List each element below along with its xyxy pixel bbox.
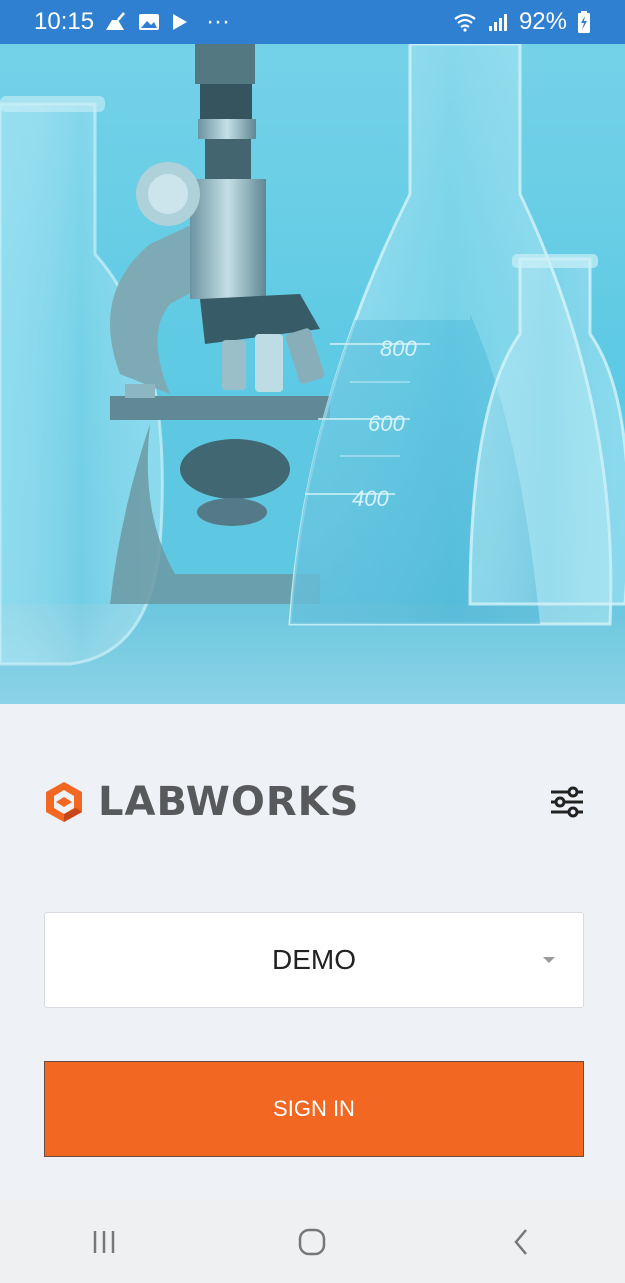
recent-apps-button[interactable] [64,1212,144,1272]
status-left: 10:15 ··· [34,8,230,36]
battery-charging-icon [577,11,591,33]
play-store-icon [170,12,190,32]
gallery-icon [138,12,160,32]
back-icon [514,1229,527,1255]
brand-row: LABWORKS [42,776,587,828]
more-notifications-icon: ··· [206,8,231,35]
login-panel: LABWORKS DEMO SIGN IN [0,704,625,1201]
sliders-icon [551,786,583,818]
sign-in-label: SIGN IN [273,1096,355,1121]
home-icon [299,1228,326,1256]
environment-select[interactable]: DEMO [44,912,584,1008]
signal-icon [487,12,509,32]
sign-in-button[interactable]: SIGN IN [44,1061,584,1157]
status-right: 92% [453,8,591,36]
status-bar: 10:15 ··· 92% [0,0,625,44]
back-button[interactable] [481,1212,561,1272]
status-time: 10:15 [34,8,95,35]
system-nav-bar [0,1201,625,1283]
labworks-logo-icon [46,782,82,822]
environment-value: DEMO [272,944,356,975]
home-button[interactable] [272,1212,352,1272]
wifi-icon [453,12,477,32]
clean-icon [104,12,128,32]
battery-percentage: 92% [518,8,567,35]
settings-button[interactable] [547,782,587,822]
recent-apps-icon [93,1231,115,1253]
brand-name: LABWORKS [98,779,360,825]
hero-lab-image: 800 600 400 [0,44,625,704]
caret-down-icon [543,957,555,963]
